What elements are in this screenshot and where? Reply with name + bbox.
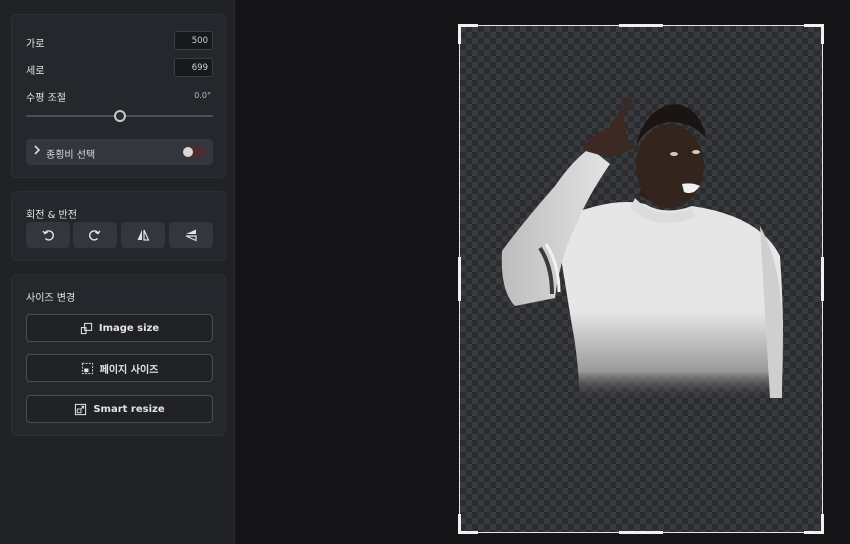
image-size-icon [80, 322, 92, 334]
rotate-left-icon [42, 230, 54, 241]
crop-handle-top-right-v[interactable] [821, 24, 824, 44]
smart-resize-button[interactable]: Smart resize [26, 395, 213, 423]
straighten-slider[interactable] [26, 110, 213, 122]
aspect-ratio-selector[interactable]: 종횡비 선택 [26, 139, 213, 165]
crop-handle-top[interactable] [619, 24, 663, 27]
flip-horizontal-button[interactable] [121, 222, 165, 248]
aspect-lock-toggle[interactable] [182, 146, 206, 158]
crop-handle-bottom-right-v[interactable] [821, 514, 824, 534]
aspect-ratio-label: 종횡비 선택 [46, 150, 96, 161]
crop-artboard[interactable] [458, 24, 824, 534]
rotate-flip-title: 회전 & 반전 [26, 210, 77, 221]
flip-vertical-icon [185, 229, 197, 242]
crop-handle-bottom-left-v[interactable] [458, 514, 461, 534]
flip-vertical-button[interactable] [169, 222, 213, 248]
slider-thumb[interactable] [114, 110, 126, 122]
chevron-right-icon [33, 145, 41, 158]
crop-handle-top-left[interactable] [458, 24, 478, 27]
smart-resize-icon [75, 403, 87, 415]
width-label: 가로 [26, 39, 45, 50]
rotate-flip-panel: 회전 & 반전 [11, 191, 226, 261]
smart-resize-label: Smart resize [93, 403, 165, 415]
page-size-icon [81, 362, 93, 374]
crop-handle-left[interactable] [458, 257, 461, 301]
straighten-value: 0.0° [194, 91, 211, 100]
page-size-button[interactable]: 페이지 사이즈 [26, 354, 213, 382]
sidebar: 가로 세로 수평 조절 0.0° 종횡비 선택 회전 & 반 [0, 0, 235, 544]
canvas-area [236, 0, 850, 544]
rotate-left-button[interactable] [26, 222, 70, 248]
crop-handle-right[interactable] [821, 257, 824, 301]
height-label: 세로 [26, 66, 45, 77]
page-size-label: 페이지 사이즈 [99, 364, 159, 376]
editor-app: 가로 세로 수평 조절 0.0° 종횡비 선택 회전 & 반 [0, 0, 850, 544]
toggle-knob [183, 147, 193, 157]
crop-handle-bottom[interactable] [619, 531, 663, 534]
height-input[interactable] [174, 58, 213, 77]
image-size-label: Image size [98, 322, 160, 334]
resize-panel: 사이즈 변경 Image size 페이지 사이즈 Smart resize [11, 274, 226, 436]
cutout-photo [501, 98, 784, 401]
crop-handle-top-left-v[interactable] [458, 24, 461, 44]
resize-title: 사이즈 변경 [26, 293, 76, 304]
crop-handle-bottom-left[interactable] [458, 531, 478, 534]
width-input[interactable] [174, 31, 213, 50]
rotate-right-button[interactable] [73, 222, 117, 248]
straighten-label: 수평 조절 [26, 93, 66, 104]
dimensions-panel: 가로 세로 수평 조절 0.0° 종횡비 선택 [11, 14, 226, 178]
flip-horizontal-icon [137, 229, 150, 241]
image-size-button[interactable]: Image size [26, 314, 213, 342]
rotate-right-icon [89, 230, 101, 241]
